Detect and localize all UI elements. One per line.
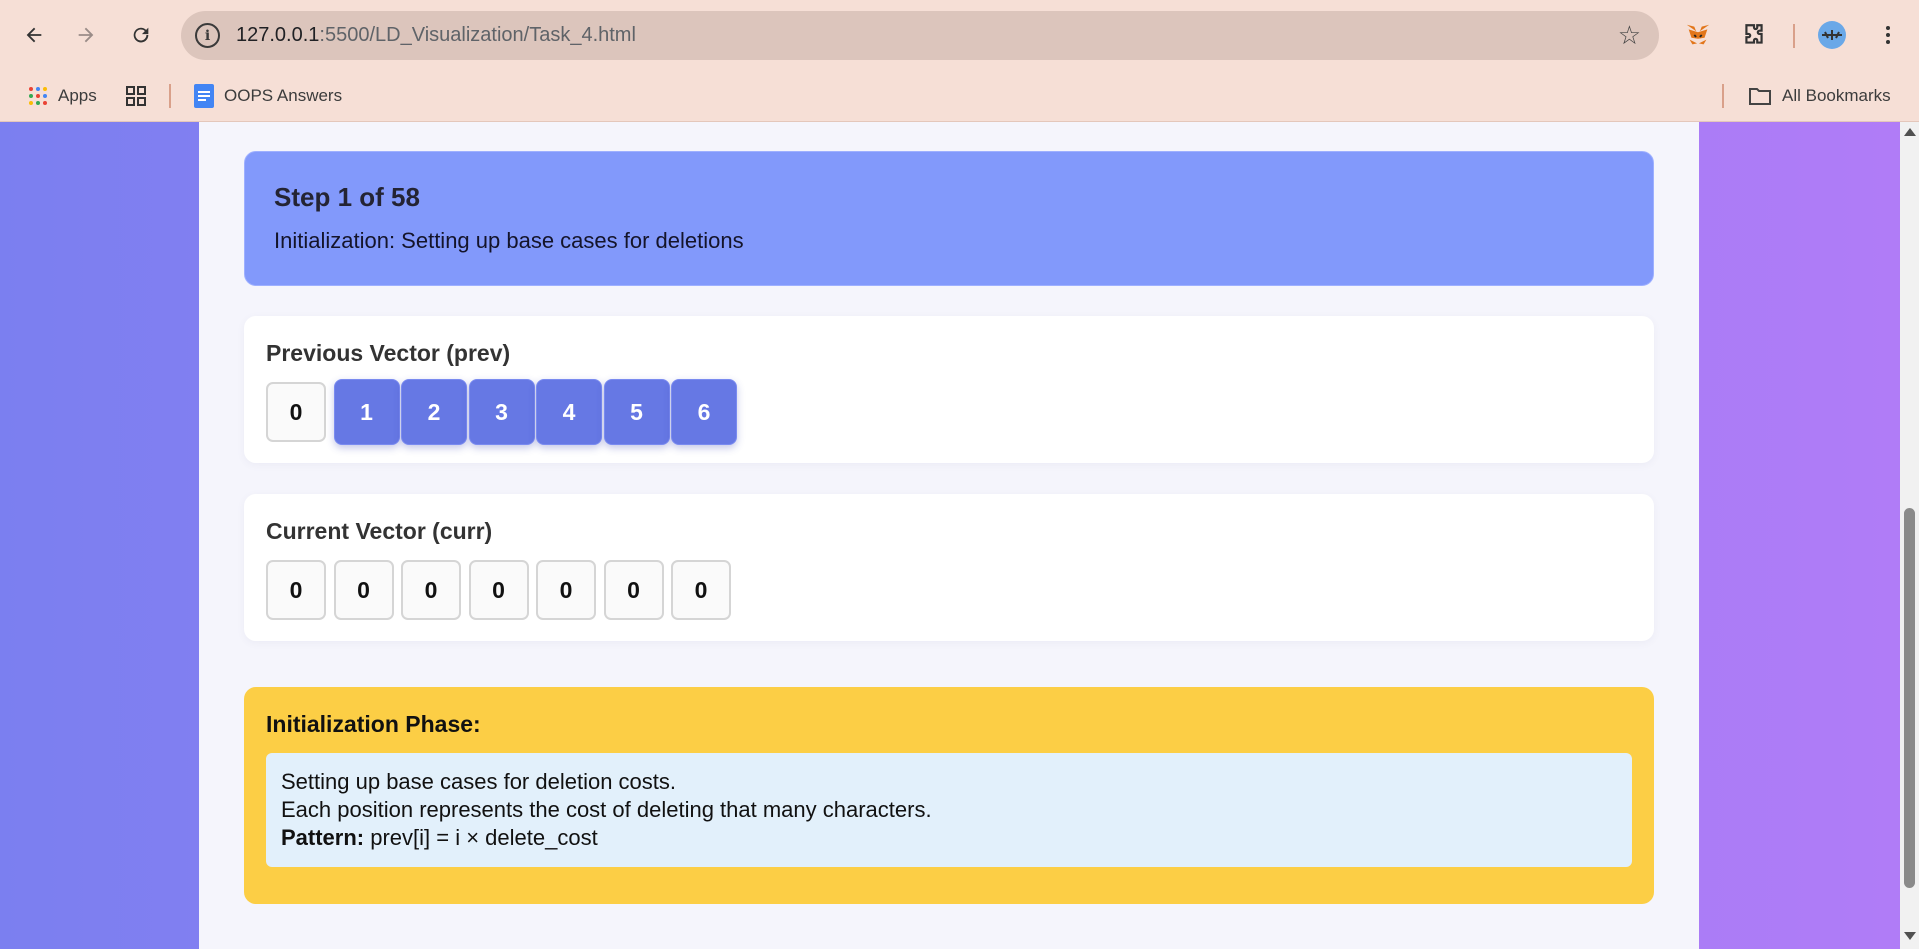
prev-cell-2: 2 [401,379,467,445]
url-text: 127.0.0.1:5500/LD_Visualization/Task_4.h… [236,24,636,46]
pattern-text: prev[i] = i × delete_cost [364,825,598,850]
prev-vector-cells: 0 1 2 3 4 5 6 [266,379,739,445]
more-menu-icon[interactable] [1869,16,1907,54]
scrollbar-thumb[interactable] [1904,508,1915,888]
metamask-fox-icon[interactable] [1679,16,1717,54]
reload-icon [133,27,149,43]
prev-vector-card: Previous Vector (prev) 0 1 2 3 4 5 6 [244,316,1654,463]
prev-cell-1: 1 [333,379,400,445]
page-viewport: Step 1 of 58 Initialization: Setting up … [0,122,1900,949]
folder-icon [1749,88,1771,105]
toolbar-divider [1793,24,1795,48]
tab-groups-icon [126,86,146,106]
bookmark-apps-label: Apps [58,86,97,105]
curr-vector-card: Current Vector (curr) 0 0 0 0 0 0 0 [244,494,1654,641]
bookmark-divider-right [1722,84,1724,108]
prev-cell-6: 6 [671,379,737,445]
curr-cell-1: 0 [333,560,394,620]
google-docs-icon [194,84,214,108]
curr-vector-title: Current Vector (curr) [266,518,493,544]
phase-details: Setting up base cases for deletion costs… [266,753,1632,867]
prev-cell-4: 4 [536,379,602,445]
curr-cell-6: 0 [671,560,731,620]
prev-vector-title: Previous Vector (prev) [266,340,511,366]
page-scrollbar[interactable] [1900,122,1919,949]
bookmark-divider [169,84,171,108]
bookmark-star-icon[interactable]: ☆ [1618,21,1641,49]
bookmark-oops-label: OOPS Answers [224,86,343,105]
bookmark-apps[interactable]: Apps [28,72,97,120]
back-button[interactable] [13,14,55,56]
prev-cell-0: 0 [266,382,326,442]
phase-line-2: Each position represents the cost of del… [281,797,932,822]
curr-vector-cells: 0 0 0 0 0 0 0 [266,560,739,620]
profile-avatar[interactable] [1813,16,1851,54]
scroll-up-arrow-icon[interactable] [1904,128,1916,136]
all-bookmarks-label: All Bookmarks [1782,86,1891,105]
main-container: Step 1 of 58 Initialization: Setting up … [199,122,1699,949]
prev-cell-5: 5 [603,379,670,445]
all-bookmarks-button[interactable]: All Bookmarks [1748,72,1891,120]
curr-cell-3: 0 [468,560,529,620]
arrow-right-icon [78,27,94,43]
step-info-box: Step 1 of 58 Initialization: Setting up … [244,151,1654,286]
bookmarks-bar: Apps OOPS Answers All Bookmarks [0,72,1919,122]
curr-cell-5: 0 [603,560,664,620]
tab-groups-button[interactable] [125,72,147,120]
site-info-icon[interactable]: i [195,23,220,48]
browser-toolbar: i 127.0.0.1:5500/LD_Visualization/Task_4… [0,0,1919,72]
curr-cell-4: 0 [536,560,596,620]
phase-line-1: Setting up base cases for deletion costs… [281,769,677,794]
extensions-puzzle-icon[interactable] [1735,16,1773,54]
bookmark-oops-answers[interactable]: OOPS Answers [194,72,342,120]
phase-title: Initialization Phase: [266,711,481,737]
arrow-left-icon [26,27,42,43]
forward-button[interactable] [65,14,107,56]
phase-pattern: Pattern: prev[i] = i × delete_cost [281,824,1617,852]
scroll-down-arrow-icon[interactable] [1904,932,1916,940]
prev-cell-3: 3 [468,379,535,445]
curr-cell-2: 0 [401,560,461,620]
step-title: Step 1 of 58 [274,182,420,212]
apps-grid-icon [29,87,47,105]
curr-cell-0: 0 [266,560,326,620]
phase-explanation-box: Initialization Phase: Setting up base ca… [244,687,1654,904]
reload-button[interactable] [120,14,162,56]
address-bar[interactable]: i 127.0.0.1:5500/LD_Visualization/Task_4… [181,11,1659,60]
pattern-label: Pattern: [281,825,365,850]
step-description: Initialization: Setting up base cases fo… [274,228,744,253]
